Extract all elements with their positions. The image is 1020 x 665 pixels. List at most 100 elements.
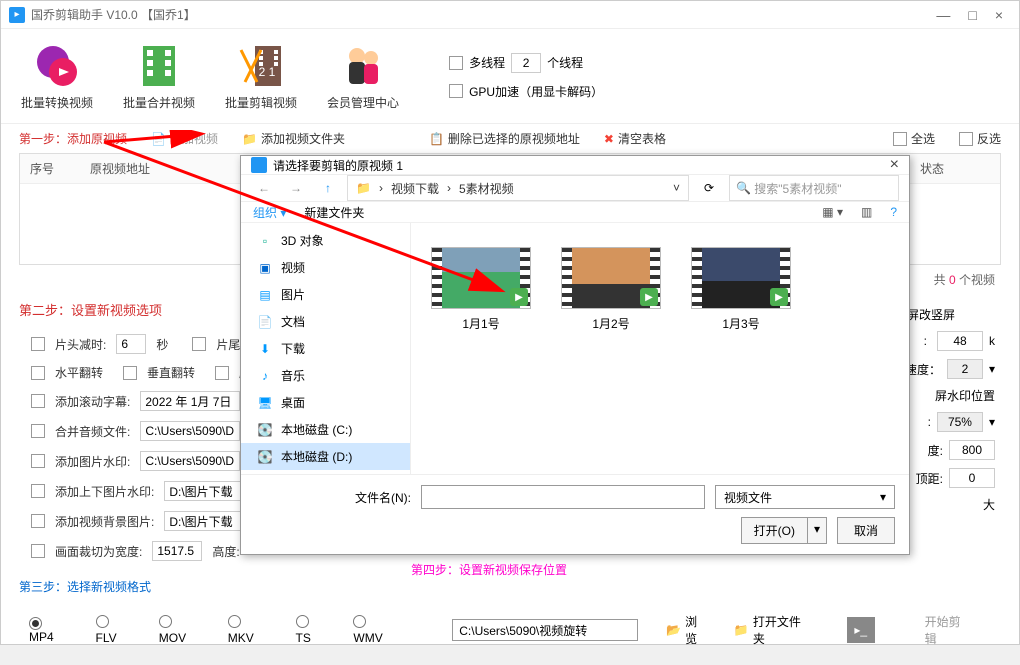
vflip-checkbox[interactable] — [123, 366, 137, 380]
nav-back-button[interactable]: ← — [251, 175, 277, 201]
batch-convert-button[interactable]: 批量转换视频 — [21, 42, 93, 111]
output-path-input[interactable] — [452, 619, 638, 641]
minimize-button[interactable]: — — [936, 7, 950, 23]
ud-watermark-input[interactable] — [164, 481, 249, 501]
start-edit-button[interactable]: 开始剪辑 — [903, 607, 991, 653]
browse-button[interactable]: 📂浏览 — [666, 613, 706, 647]
window-controls: — □ × — [936, 7, 1011, 23]
speed-select[interactable] — [947, 359, 983, 379]
nav-up-button[interactable]: ↑ — [315, 175, 341, 201]
open-folder-icon: 📁 — [734, 623, 749, 637]
cut-head-input[interactable] — [116, 334, 146, 354]
search-icon: 🔍 — [736, 181, 751, 195]
app-title: 国乔剪辑助手 V10.0 【国乔1】 — [31, 6, 196, 23]
folder-icon: 📁 — [242, 132, 257, 146]
invert-selection-checkbox[interactable]: 反选 — [959, 130, 1001, 147]
k-input[interactable] — [937, 331, 983, 351]
dialog-footer: 文件名(N): 视频文件▾ 打开(O)▾ 取消 — [241, 474, 909, 554]
gpu-checkbox[interactable] — [449, 84, 463, 98]
svg-text:2 1: 2 1 — [259, 65, 276, 79]
file-dialog: 请选择要剪辑的原视频 1 × ← → ↑ 📁 › 视频下载 › 5素材视频 ˅ … — [240, 155, 910, 555]
preview-button[interactable]: ▥ — [861, 205, 872, 219]
main-toolbar: 批量转换视频 批量合并视频 2 1 批量剪辑视频 会员管理中心 多线程个线程 G… — [1, 29, 1019, 124]
ts-radio[interactable]: TS — [296, 615, 326, 645]
mp4-radio[interactable]: MP4 — [29, 616, 68, 644]
flv-radio[interactable]: FLV — [96, 615, 131, 645]
dialog-nav: ← → ↑ 📁 › 视频下载 › 5素材视频 ˅ ⟳ 🔍 搜索"5素材视频" — [241, 175, 909, 202]
filetype-select[interactable]: 视频文件▾ — [715, 485, 895, 509]
nav-forward-button[interactable]: → — [283, 175, 309, 201]
subtitle-checkbox[interactable] — [31, 394, 45, 408]
delete-icon: 📋 — [429, 132, 444, 146]
file-item-2[interactable]: ▶ 1月2号 — [561, 247, 661, 332]
bg-img-checkbox[interactable] — [31, 514, 45, 528]
pct-select[interactable] — [937, 412, 983, 432]
close-icon: ✖ — [604, 132, 614, 146]
col-status: 状态 — [910, 154, 1000, 183]
batch-merge-button[interactable]: 批量合并视频 — [123, 42, 195, 111]
side-pictures[interactable]: ▤图片 — [241, 281, 410, 308]
close-button[interactable]: × — [995, 7, 1003, 23]
side-downloads[interactable]: ⬇下载 — [241, 335, 410, 362]
img-watermark-input[interactable] — [140, 451, 240, 471]
run-icon-button[interactable]: ▸_ — [847, 617, 875, 643]
hflip-checkbox[interactable] — [31, 366, 45, 380]
view-button[interactable]: ▦ ▾ — [822, 205, 843, 219]
img-watermark-checkbox[interactable] — [31, 454, 45, 468]
file-item-3[interactable]: ▶ 1月3号 — [691, 247, 791, 332]
open-folder-button[interactable]: 📁打开文件夹 — [734, 613, 807, 647]
refresh-button[interactable]: ⟳ — [695, 175, 723, 201]
cancel-button[interactable]: 取消 — [837, 517, 895, 544]
new-folder-button[interactable]: 新建文件夹 — [304, 204, 364, 221]
delete-selected-button[interactable]: 📋删除已选择的原视频地址 — [429, 130, 580, 147]
dialog-titlebar: 请选择要剪辑的原视频 1 × — [241, 156, 909, 175]
maximize-button[interactable]: □ — [968, 7, 976, 23]
batch-edit-button[interactable]: 2 1 批量剪辑视频 — [225, 42, 297, 111]
top-input[interactable] — [949, 468, 995, 488]
wmv-radio[interactable]: WMV — [353, 615, 396, 645]
member-center-button[interactable]: 会员管理中心 — [327, 42, 399, 111]
clear-table-button[interactable]: ✖清空表格 — [604, 130, 666, 147]
clockwise-checkbox[interactable] — [215, 366, 229, 380]
side-music[interactable]: ♪音乐 — [241, 362, 410, 389]
right-options: 横屏改竖屏 :k 速度：▾ 屏水印位置 :▾ 度: 顶距: 大 — [895, 306, 995, 513]
crop-width-input[interactable] — [152, 541, 202, 561]
add-video-button[interactable]: 📄添加视频 — [151, 130, 218, 147]
file-item-1[interactable]: ▶ 1月1号 — [431, 247, 531, 332]
dialog-close-button[interactable]: × — [890, 156, 899, 174]
filename-input[interactable] — [421, 485, 705, 509]
select-all-checkbox[interactable]: 全选 — [893, 130, 935, 147]
side-disk-d[interactable]: 💽本地磁盘 (D:) — [241, 443, 410, 470]
side-video[interactable]: ▣视频 — [241, 254, 410, 281]
thread-options: 多线程个线程 GPU加速（用显卡解码） — [449, 53, 603, 100]
help-button[interactable]: ? — [890, 205, 897, 219]
mov-radio[interactable]: MOV — [159, 615, 200, 645]
merge-audio-checkbox[interactable] — [31, 424, 45, 438]
search-folder-icon: 📂 — [666, 623, 681, 637]
mkv-radio[interactable]: MKV — [228, 615, 268, 645]
h-input[interactable] — [949, 440, 995, 460]
step1-title: 第一步：添加原视频 — [19, 130, 127, 147]
merge-audio-input[interactable] — [140, 421, 240, 441]
cut-tail-checkbox[interactable] — [192, 337, 206, 351]
pct-label: : — [928, 415, 931, 429]
organize-button[interactable]: 组织 ▾ — [253, 204, 286, 221]
multithread-checkbox[interactable] — [449, 56, 463, 70]
thread-count-input[interactable] — [511, 53, 541, 73]
bg-img-input[interactable] — [164, 511, 249, 531]
side-3d[interactable]: ▫3D 对象 — [241, 227, 410, 254]
subtitle-input[interactable] — [140, 391, 240, 411]
side-disk-c[interactable]: 💽本地磁盘 (C:) — [241, 416, 410, 443]
breadcrumb[interactable]: 📁 › 视频下载 › 5素材视频 ˅ — [347, 175, 689, 201]
side-desktop[interactable]: 🖥桌面 — [241, 389, 410, 416]
step4-title: 第四步：设置新视频保存位置 — [411, 561, 567, 578]
add-folder-button[interactable]: 📁添加视频文件夹 — [242, 130, 345, 147]
cut-head-checkbox[interactable] — [31, 337, 45, 351]
dialog-search-input[interactable]: 🔍 搜索"5素材视频" — [729, 175, 899, 201]
crop-checkbox[interactable] — [31, 544, 45, 558]
open-button[interactable]: 打开(O)▾ — [741, 517, 827, 544]
side-documents[interactable]: 📄文档 — [241, 308, 410, 335]
titlebar: ▸ 国乔剪辑助手 V10.0 【国乔1】 — □ × — [1, 1, 1019, 29]
ud-watermark-checkbox[interactable] — [31, 484, 45, 498]
app-icon: ▸ — [9, 7, 25, 23]
